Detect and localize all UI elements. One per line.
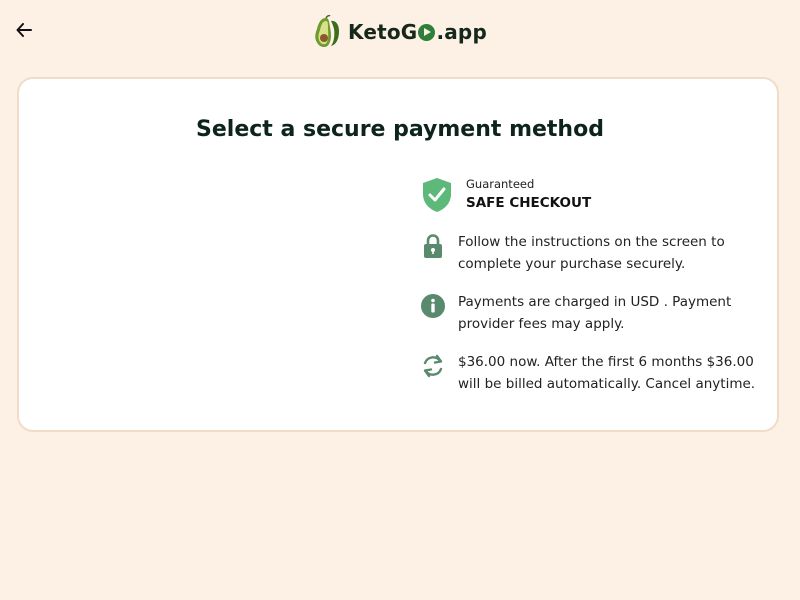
info-icon — [421, 294, 445, 318]
info-item-billing: $36.00 now. After the first 6 months $36… — [420, 351, 760, 395]
info-text-billing: $36.00 now. After the first 6 months $36… — [458, 354, 756, 392]
guarantee-big-label: SAFE CHECKOUT — [466, 195, 592, 211]
guarantee-small-label: Guaranteed — [466, 177, 535, 191]
shield-check-icon — [423, 178, 451, 212]
play-o-icon — [418, 23, 436, 41]
logo[interactable]: KetoG .app — [312, 14, 487, 50]
payment-card: Select a secure payment method Guarantee… — [17, 77, 779, 432]
info-item-currency: Payments are charged in USD . Payment pr… — [420, 291, 760, 335]
page-title: Select a secure payment method — [196, 117, 604, 142]
info-text-currency: Payments are charged in USD . Payment pr… — [458, 294, 732, 332]
logo-text-end: .app — [436, 20, 487, 44]
avocado-icon — [315, 15, 339, 47]
logo-text-start: KetoG — [348, 20, 418, 44]
info-text-secure: Follow the instructions on the screen to… — [458, 234, 725, 272]
lock-icon — [424, 234, 442, 258]
back-button[interactable] — [12, 18, 36, 42]
arrow-left-icon — [16, 23, 32, 37]
info-item-secure: Follow the instructions on the screen to… — [420, 231, 760, 275]
refresh-icon — [423, 354, 443, 378]
safe-checkout-badge: Guaranteed SAFE CHECKOUT — [420, 176, 591, 214]
header: KetoG .app — [0, 0, 800, 66]
logo-text: KetoG .app — [348, 20, 487, 44]
